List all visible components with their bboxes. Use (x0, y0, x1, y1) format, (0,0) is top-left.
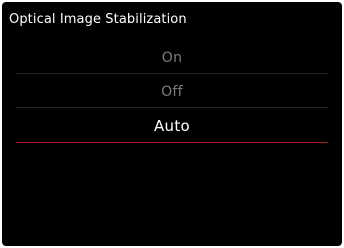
option-on[interactable]: On (16, 40, 328, 76)
menu-panel: Optical Image Stabilization On Off Auto (2, 2, 342, 246)
camera-screen: Optical Image Stabilization On Off Auto (0, 0, 344, 248)
selection-underline (16, 142, 328, 143)
menu-title: Optical Image Stabilization (9, 12, 187, 27)
option-auto[interactable]: Auto (16, 108, 328, 144)
option-off[interactable]: Off (16, 74, 328, 110)
